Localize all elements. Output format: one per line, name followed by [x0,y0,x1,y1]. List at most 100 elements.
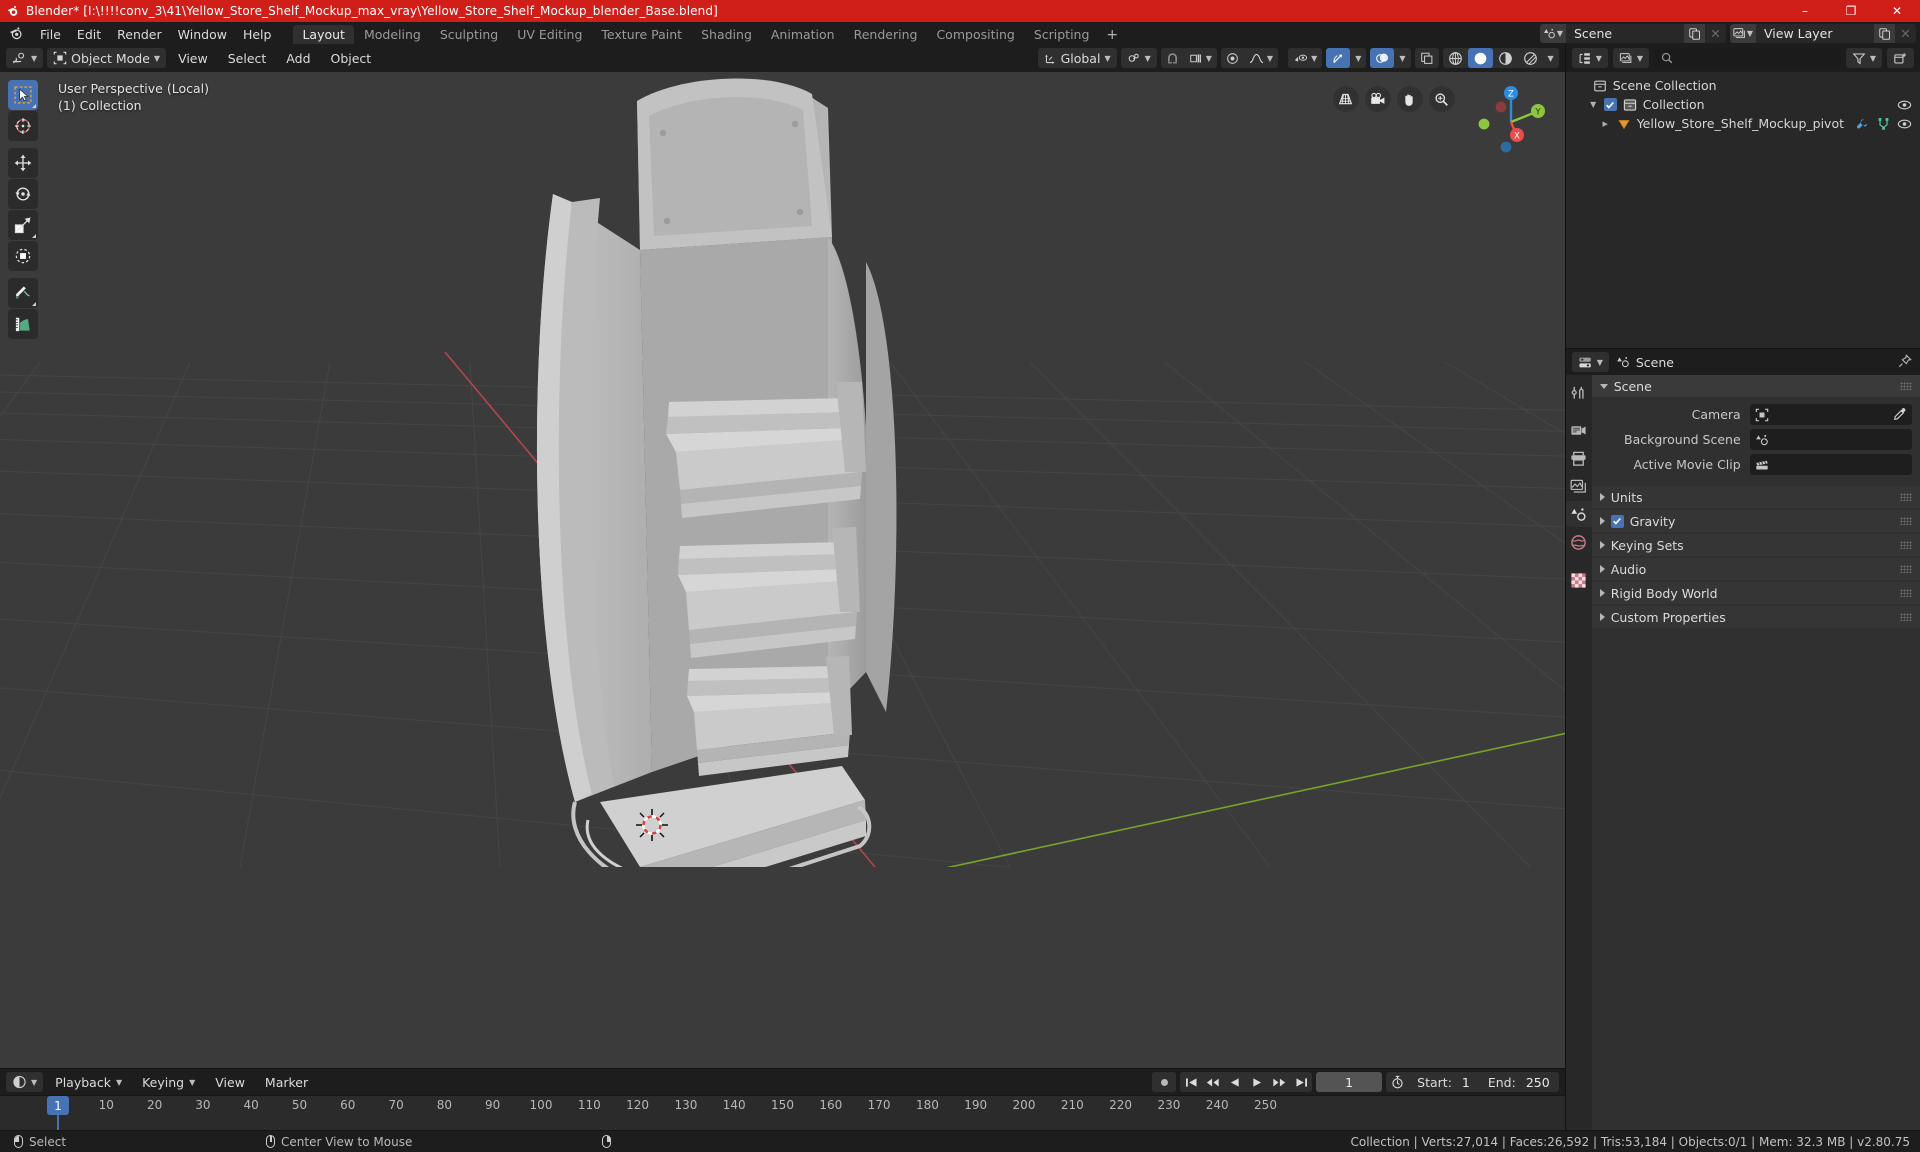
menu-edit[interactable]: Edit [69,25,109,44]
maximize-button[interactable]: ❐ [1828,0,1874,22]
tab-animation[interactable]: Animation [762,25,844,44]
panel-header-keying-sets[interactable]: Keying Sets [1591,534,1920,556]
stopwatch-icon[interactable] [1386,1072,1408,1092]
camera-field[interactable] [1749,404,1912,425]
jump-to-start-button[interactable] [1180,1072,1202,1092]
tool-measure[interactable] [8,309,38,339]
viewport-menu-view[interactable]: View [170,48,216,68]
properties-tab-render[interactable] [1566,417,1592,443]
view-layer-selector[interactable]: ▼ View Layer ✕ [1730,24,1916,43]
new-collection-button[interactable] [1887,48,1914,68]
gizmo-dropdown[interactable]: ▼ [1350,48,1366,68]
object-data-icon[interactable] [1875,116,1891,132]
add-workspace-button[interactable]: + [1099,25,1125,44]
properties-editor-type[interactable]: ▼ [1571,352,1609,372]
tab-compositing[interactable]: Compositing [927,25,1023,44]
menu-help[interactable]: Help [235,25,280,44]
minimize-button[interactable]: – [1782,0,1828,22]
viewport-menu-object[interactable]: Object [323,48,380,68]
tool-rotate[interactable] [8,179,38,209]
transform-orientation-selector[interactable]: Global ▼ [1037,48,1117,68]
properties-tab-world[interactable] [1566,529,1592,555]
viewport-canvas[interactable]: User Perspective (Local) (1) Collection [0,72,1565,1068]
modifier-icon[interactable] [1854,116,1870,132]
play-reverse-button[interactable] [1224,1072,1246,1092]
gizmo-icon[interactable] [1326,48,1351,68]
tab-layout[interactable]: Layout [293,25,354,44]
xray-toggle[interactable] [1414,48,1439,68]
current-frame-field[interactable]: 1 [1316,1072,1383,1092]
zoom-icon[interactable] [1428,86,1455,112]
properties-tab-tool[interactable] [1566,379,1592,405]
tab-modeling[interactable]: Modeling [355,25,430,44]
falloff-icon[interactable]: ▼ [1244,48,1278,68]
play-button[interactable] [1246,1072,1268,1092]
eye-icon[interactable] [1896,97,1912,113]
properties-tab-view-layer[interactable] [1566,473,1592,499]
eye-icon[interactable] [1896,116,1912,132]
axis-gizmo[interactable]: Z Y X [1471,82,1551,162]
pin-icon[interactable] [1898,354,1912,368]
timeline-menu-keying[interactable]: Keying ▼ [134,1072,203,1092]
new-scene-button[interactable] [1684,24,1705,43]
hand-pan-icon[interactable] [1396,86,1423,112]
timeline-menu-view[interactable]: View [207,1072,253,1092]
proportional-edit-icon[interactable] [1221,48,1244,68]
tool-tweak-select-box[interactable] [8,80,38,110]
background-scene-field[interactable] [1749,429,1912,450]
panel-header-units[interactable]: Units [1591,486,1920,508]
timeline-editor-type[interactable]: ▼ [6,1072,44,1092]
next-keyframe-button[interactable] [1268,1072,1290,1092]
panel-header-custom-properties[interactable]: Custom Properties [1591,606,1920,628]
properties-tab-output[interactable] [1566,445,1592,471]
tab-scripting[interactable]: Scripting [1025,25,1099,44]
visibility-icon[interactable]: ▼ [1288,48,1322,68]
tool-transform[interactable] [8,241,38,271]
timeline-menu-marker[interactable]: Marker [257,1072,316,1092]
collection-checkbox[interactable] [1603,98,1617,111]
view-layer-icon[interactable]: ▼ [1730,24,1756,43]
active-movie-clip-field[interactable] [1749,454,1912,475]
tool-annotate[interactable] [8,278,38,308]
grid-view-icon[interactable] [1332,86,1359,112]
shading-wireframe-icon[interactable] [1443,48,1468,68]
scene-icon[interactable]: ▼ [1540,24,1566,43]
frame-end-field[interactable]: End: 250 [1479,1072,1559,1092]
menu-file[interactable]: File [32,25,69,44]
panel-header-scene[interactable]: Scene [1591,375,1920,397]
panel-header-gravity[interactable]: Gravity [1591,510,1920,532]
tab-rendering[interactable]: Rendering [845,25,927,44]
shading-rendered-icon[interactable] [1518,48,1543,68]
tab-shading[interactable]: Shading [692,25,761,44]
editor-type-selector[interactable]: ▼ [6,48,44,68]
prev-keyframe-button[interactable] [1202,1072,1224,1092]
viewport-3d-scene[interactable] [0,72,1565,867]
viewport-menu-add[interactable]: Add [278,48,318,68]
eyedropper-icon[interactable] [1893,407,1907,421]
outliner-row-object[interactable]: ▶ Yellow_Store_Shelf_Mockup_pivot [1566,114,1920,133]
timeline-playhead[interactable]: 1 [47,1096,69,1115]
menu-window[interactable]: Window [170,25,235,44]
outliner-row-collection[interactable]: ▼ Collection [1566,95,1920,114]
timeline-ruler[interactable]: 10 20 30 40 50 60 70 80 90 100 110 120 130 140 150 160 1… [0,1095,1565,1130]
tool-scale[interactable] [8,210,38,240]
outliner-editor-type[interactable]: ▼ [1571,48,1608,68]
mode-selector[interactable]: Object Mode ▼ [47,48,167,68]
snap-target-icon[interactable]: ▼ [1184,48,1217,68]
collection-disclosure-triangle[interactable]: ▼ [1588,100,1599,109]
view-layer-name[interactable]: View Layer [1756,24,1874,43]
auto-keying-button[interactable] [1152,1072,1177,1092]
gravity-checkbox[interactable] [1610,514,1624,528]
overlays-icon[interactable] [1370,48,1395,68]
tab-sculpting[interactable]: Sculpting [431,25,507,44]
new-view-layer-button[interactable] [1874,24,1895,43]
shading-dropdown[interactable]: ▼ [1543,48,1559,68]
tool-cursor[interactable] [8,111,38,141]
tab-texture-paint[interactable]: Texture Paint [592,25,691,44]
frame-start-field[interactable]: Start: 1 [1408,1072,1479,1092]
unlink-scene-button[interactable]: ✕ [1705,24,1726,43]
magnet-icon[interactable] [1161,48,1184,68]
camera-view-icon[interactable] [1364,86,1391,112]
jump-to-end-button[interactable] [1290,1072,1312,1092]
object-disclosure-triangle[interactable]: ▶ [1600,120,1611,128]
